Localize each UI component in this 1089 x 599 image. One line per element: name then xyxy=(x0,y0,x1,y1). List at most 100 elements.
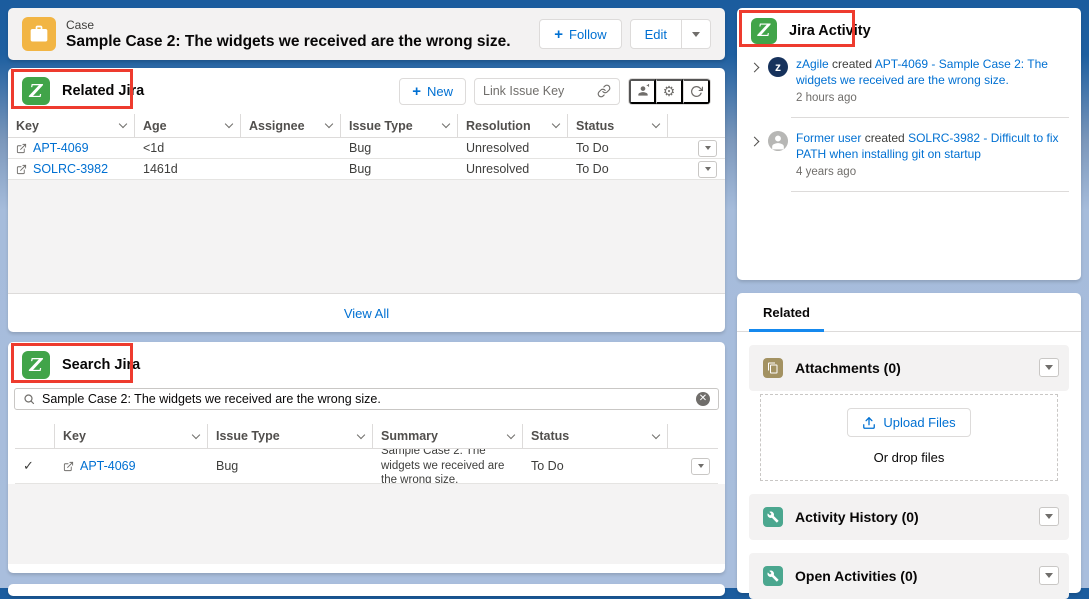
partial-card-bottom xyxy=(8,584,725,596)
edit-button[interactable]: Edit xyxy=(630,19,682,49)
assignee-cell xyxy=(241,138,341,158)
column-header-status[interactable]: Status xyxy=(523,424,668,448)
table-row: ✓ APT-4069 Bug Sample Case 2: The widget… xyxy=(15,449,718,484)
search-jira-title: Search Jira xyxy=(62,357,140,373)
issue-key-link[interactable]: APT-4069 xyxy=(33,141,89,155)
activity-history-toggle-button[interactable] xyxy=(1039,507,1059,526)
jira-activity-title: Jira Activity xyxy=(789,23,871,39)
issue-type-cell: Bug xyxy=(341,138,458,158)
row-actions-button[interactable] xyxy=(698,140,717,157)
search-results-table: Key Issue Type Summary Status ✓ APT-4069… xyxy=(15,424,718,484)
view-all-link[interactable]: View All xyxy=(344,306,389,321)
table-header-row: Key Age Assignee Issue Type Resolution S… xyxy=(8,114,725,138)
attachments-toggle-button[interactable] xyxy=(1039,358,1059,377)
column-header-actions xyxy=(668,424,718,448)
open-activities-label: Open Activities (0) xyxy=(795,568,917,584)
activity-history-label: Activity History (0) xyxy=(795,509,919,525)
chevron-down-icon xyxy=(705,146,711,150)
drop-files-label: Or drop files xyxy=(761,450,1057,465)
column-header-issue-type[interactable]: Issue Type xyxy=(341,114,458,137)
chevron-right-icon[interactable] xyxy=(750,63,760,73)
upload-icon xyxy=(862,416,876,430)
jira-activity-card: Z Jira Activity z zAgile created APT-406… xyxy=(737,8,1081,280)
chevron-down-icon xyxy=(652,120,660,128)
related-jira-title: Related Jira xyxy=(62,83,144,99)
column-header-status[interactable]: Status xyxy=(568,114,668,137)
attachments-label: Attachments (0) xyxy=(795,360,901,376)
clear-search-icon[interactable]: ✕ xyxy=(696,392,710,406)
case-icon xyxy=(22,17,56,51)
activity-timestamp: 2 hours ago xyxy=(796,91,1069,107)
column-header-key[interactable]: Key xyxy=(55,424,208,448)
link-issue-key-field[interactable] xyxy=(474,78,620,105)
status-cell: To Do xyxy=(568,138,668,158)
file-drop-zone[interactable]: Upload Files Or drop files xyxy=(760,394,1058,481)
related-jira-card: Z Related Jira + New ⚙ xyxy=(8,68,725,332)
zagile-logo-icon: Z xyxy=(22,77,50,105)
settings-button[interactable]: ⚙ xyxy=(656,79,683,104)
table-row: APT-4069 <1d Bug Unresolved To Do xyxy=(8,138,725,159)
object-label: Case xyxy=(66,18,539,32)
chevron-down-icon xyxy=(442,120,450,128)
search-jira-card: Z Search Jira ✕ Key Issue Type Summary S… xyxy=(8,342,725,573)
activity-item: Former user created SOLRC-3982 - Difficu… xyxy=(749,130,1069,181)
age-cell: 1461d xyxy=(135,159,241,179)
activity-action: created xyxy=(865,131,905,145)
wrench-icon xyxy=(763,566,783,586)
link-issue-key-input[interactable] xyxy=(483,84,597,98)
chevron-down-icon xyxy=(119,120,127,128)
activity-action: created xyxy=(832,57,872,71)
jira-search-field[interactable]: ✕ xyxy=(14,388,719,410)
jira-search-input[interactable] xyxy=(42,392,689,406)
column-header-actions xyxy=(668,114,725,137)
chevron-down-icon xyxy=(692,32,700,37)
page-title: Sample Case 2: The widgets we received a… xyxy=(66,32,539,51)
row-actions-button[interactable] xyxy=(698,161,717,178)
plus-icon: + xyxy=(554,27,563,42)
chevron-down-icon xyxy=(705,167,711,171)
chevron-down-icon xyxy=(1045,573,1053,578)
column-header-summary[interactable]: Summary xyxy=(373,424,523,448)
follow-button[interactable]: + Follow xyxy=(539,19,621,49)
assign-user-button[interactable] xyxy=(629,79,656,104)
age-cell: <1d xyxy=(135,138,241,158)
more-actions-button[interactable] xyxy=(682,19,711,49)
column-header-issue-type[interactable]: Issue Type xyxy=(208,424,373,448)
column-header-assignee[interactable]: Assignee xyxy=(241,114,341,137)
case-header-card: Case Sample Case 2: The widgets we recei… xyxy=(8,8,725,60)
issue-key-link[interactable]: SOLRC-3982 xyxy=(33,162,108,176)
new-issue-button[interactable]: + New xyxy=(399,78,466,105)
activity-actor[interactable]: Former user xyxy=(796,131,861,145)
external-link-icon xyxy=(63,461,74,472)
refresh-icon xyxy=(690,85,703,98)
row-actions-button[interactable] xyxy=(691,458,710,475)
issue-type-cell: Bug xyxy=(208,449,373,483)
related-panel-card: Related Attachments (0) Upload Files Or … xyxy=(737,293,1081,593)
column-header-resolution[interactable]: Resolution xyxy=(458,114,568,137)
table-row: SOLRC-3982 1461d Bug Unresolved To Do xyxy=(8,159,725,180)
chevron-right-icon[interactable] xyxy=(750,136,760,146)
divider xyxy=(791,191,1069,192)
open-activities-toggle-button[interactable] xyxy=(1039,566,1059,585)
issue-key-link[interactable]: APT-4069 xyxy=(80,459,136,473)
refresh-button[interactable] xyxy=(683,79,710,104)
tab-related[interactable]: Related xyxy=(749,305,824,332)
avatar: z xyxy=(768,57,788,77)
chevron-down-icon xyxy=(1045,514,1053,519)
selected-check-icon[interactable]: ✓ xyxy=(23,458,34,474)
activity-timestamp: 4 years ago xyxy=(796,165,1069,181)
column-header-select xyxy=(15,424,55,448)
upload-files-button[interactable]: Upload Files xyxy=(847,408,970,437)
chevron-down-icon xyxy=(1045,365,1053,370)
empty-table-area xyxy=(8,484,725,564)
chevron-down-icon xyxy=(192,430,200,438)
gear-icon: ⚙ xyxy=(663,84,676,98)
external-link-icon xyxy=(16,164,27,175)
chevron-down-icon xyxy=(507,430,515,438)
column-header-key[interactable]: Key xyxy=(8,114,135,137)
table-header-row: Key Issue Type Summary Status xyxy=(15,424,718,449)
status-cell: To Do xyxy=(523,449,668,483)
column-header-age[interactable]: Age xyxy=(135,114,241,137)
activity-actor[interactable]: zAgile xyxy=(796,57,829,71)
chevron-down-icon xyxy=(552,120,560,128)
